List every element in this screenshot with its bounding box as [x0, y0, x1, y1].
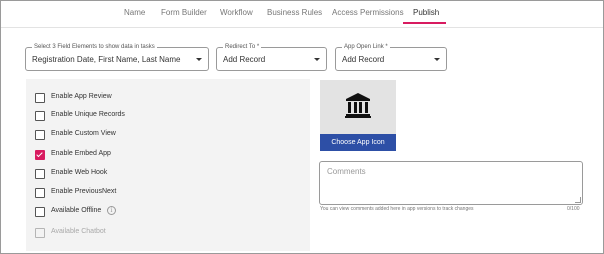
- option-label: Available Chatbot: [51, 228, 106, 235]
- tab-business-rules[interactable]: Business Rules: [267, 8, 322, 17]
- option-label: Enable Custom View: [51, 130, 116, 137]
- tab-workflow[interactable]: Workflow: [220, 8, 253, 17]
- checkbox[interactable]: [35, 130, 45, 140]
- option-label: Enable Embed App: [51, 150, 111, 157]
- show-data-fields-label: Select 3 Field Elements to show data in …: [32, 44, 157, 50]
- tab-form-builder[interactable]: Form Builder: [161, 8, 207, 17]
- option-label: Enable Web Hook: [51, 169, 108, 176]
- option-label: Enable App Review: [51, 93, 112, 100]
- tab-access-permissions[interactable]: Access Permissions: [332, 8, 404, 17]
- checkbox[interactable]: [35, 188, 45, 198]
- bank-building-icon: [345, 93, 371, 118]
- show-data-fields-value: Registration Date, First Name, Last Name: [32, 55, 181, 64]
- choose-app-icon-button[interactable]: Choose App Icon: [320, 134, 396, 151]
- option-label: Enable Unique Records: [51, 111, 125, 118]
- active-tab-indicator: [403, 22, 446, 24]
- app-options-panel: Enable App Review Enable Unique Records …: [26, 79, 310, 251]
- checkbox[interactable]: [35, 93, 45, 103]
- checkbox[interactable]: [35, 207, 45, 217]
- app-open-link-select[interactable]: App Open Link * Add Record: [335, 44, 447, 71]
- checkbox-disabled: [35, 228, 45, 238]
- comments-counter: 0/100: [567, 206, 580, 212]
- app-open-link-value: Add Record: [342, 55, 385, 64]
- chevron-down-icon: [434, 58, 440, 61]
- comments-placeholder: Comments: [327, 167, 366, 176]
- redirect-to-select[interactable]: Redirect To * Add Record: [216, 44, 327, 71]
- option-label: Available Offline: [51, 207, 102, 214]
- publish-settings-window: Name Form Builder Workflow Business Rule…: [0, 0, 604, 254]
- tab-name[interactable]: Name: [124, 8, 145, 17]
- chevron-down-icon: [314, 58, 320, 61]
- resize-handle-icon[interactable]: [575, 197, 581, 203]
- checkbox[interactable]: [35, 169, 45, 179]
- tab-bar: Name Form Builder Workflow Business Rule…: [1, 1, 603, 28]
- chevron-down-icon: [196, 58, 202, 61]
- show-data-fields-select[interactable]: Select 3 Field Elements to show data in …: [25, 44, 209, 71]
- app-open-link-label: App Open Link *: [342, 44, 390, 50]
- checkbox-checked[interactable]: [35, 150, 45, 160]
- info-icon[interactable]: i: [107, 206, 116, 215]
- option-label: Enable PreviousNext: [51, 188, 117, 195]
- app-icon-preview: Choose App Icon: [320, 80, 396, 151]
- redirect-to-label: Redirect To *: [223, 44, 262, 50]
- redirect-to-value: Add Record: [223, 55, 266, 64]
- tab-publish[interactable]: Publish: [413, 8, 439, 17]
- comments-hint: You can view comments added here in app …: [320, 206, 474, 212]
- comments-textarea[interactable]: Comments: [319, 161, 583, 205]
- checkbox[interactable]: [35, 111, 45, 121]
